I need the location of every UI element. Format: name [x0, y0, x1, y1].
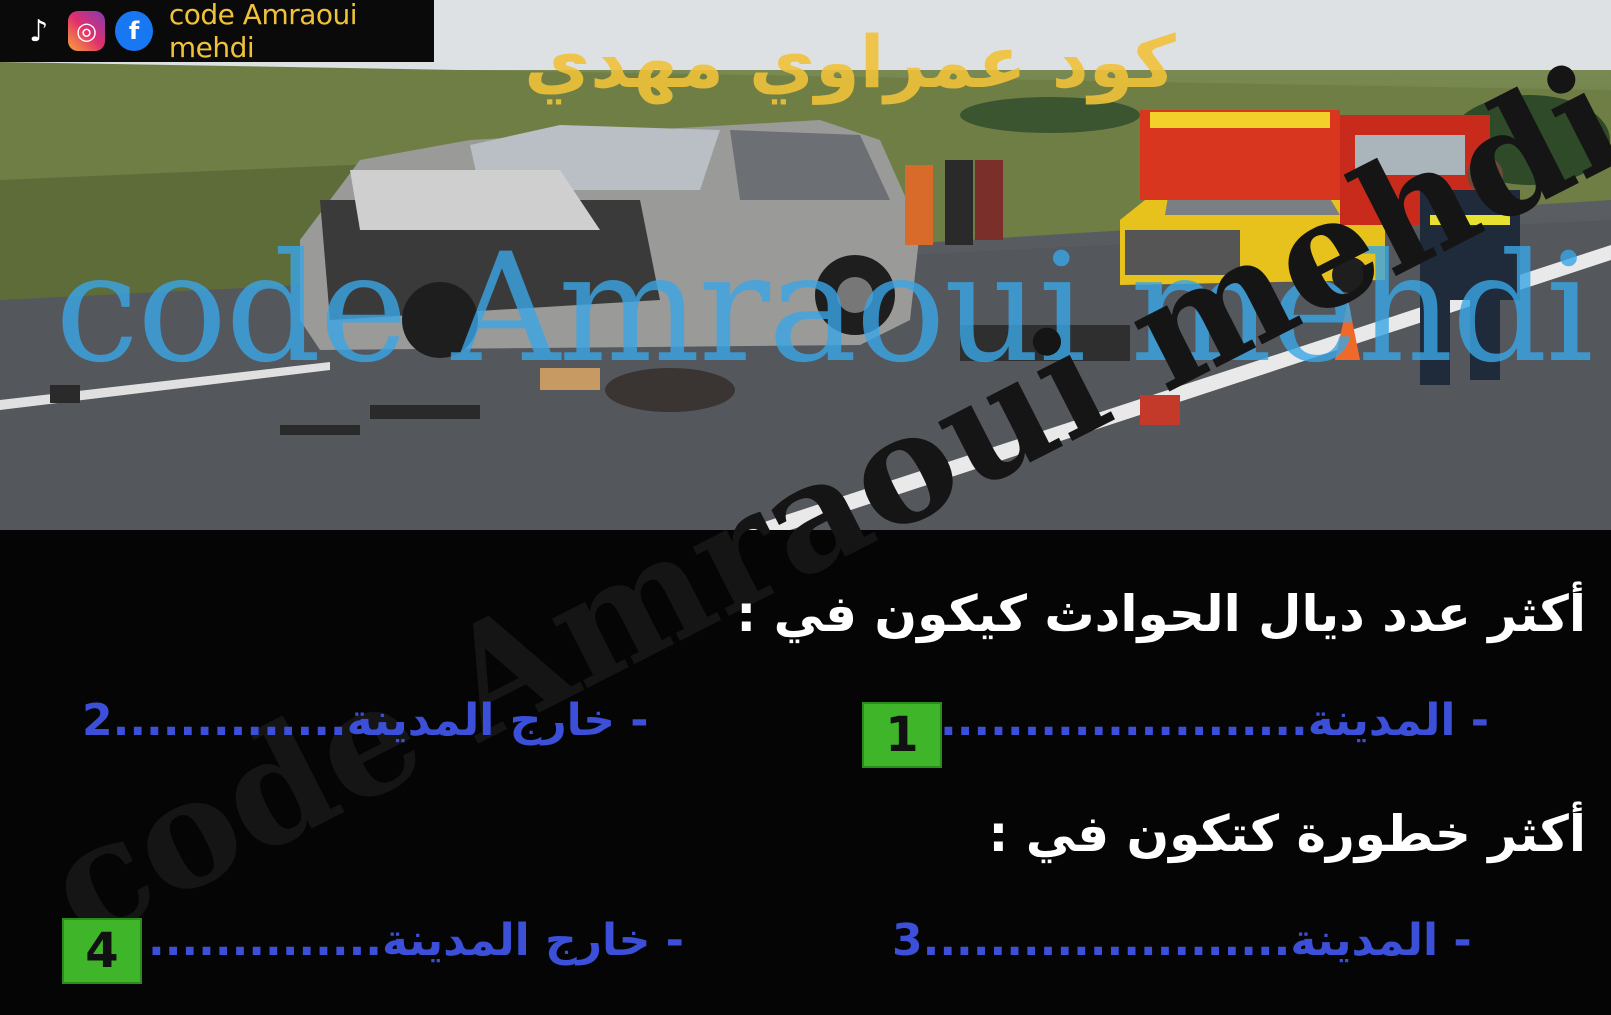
- option-label: - المدينة: [1290, 915, 1472, 966]
- instagram-icon[interactable]: ◎: [67, 11, 106, 51]
- option-dots: ......................: [922, 915, 1291, 966]
- question-1: أكثر عدد ديال الحوادث كيكون في :: [736, 585, 1586, 643]
- option-number: 2: [82, 695, 113, 746]
- q1-option-city: ......................- المدينة: [940, 695, 1489, 746]
- question-2: أكثر خطورة كتكون في :: [988, 805, 1586, 863]
- option-label: - المدينة: [1307, 695, 1489, 746]
- arabic-watermark: كود عمراوي مهدي: [524, 20, 1176, 104]
- option-dots: ..............: [148, 915, 383, 966]
- q1-option-outside-city: 2..............- خارج المدينة: [82, 695, 649, 746]
- option-dots: ......................: [940, 695, 1308, 746]
- q2-option-city: 3......................- المدينة: [892, 915, 1472, 966]
- social-bar: ♪ ◎ f code Amraoui mehdi: [0, 0, 434, 64]
- channel-name: code Amraoui mehdi: [168, 0, 358, 64]
- option-dots: ..............: [112, 695, 347, 746]
- facebook-icon[interactable]: f: [115, 11, 153, 51]
- answer-badge-1: 1: [862, 702, 942, 768]
- option-number: 3: [892, 915, 923, 966]
- q2-option-outside-city: ..............- خارج المدينة: [148, 915, 684, 966]
- tiktok-icon[interactable]: ♪: [20, 11, 58, 51]
- answer-badge-4: 4: [62, 918, 142, 984]
- option-label: - خارج المدينة: [346, 695, 649, 746]
- option-label: - خارج المدينة: [382, 915, 684, 966]
